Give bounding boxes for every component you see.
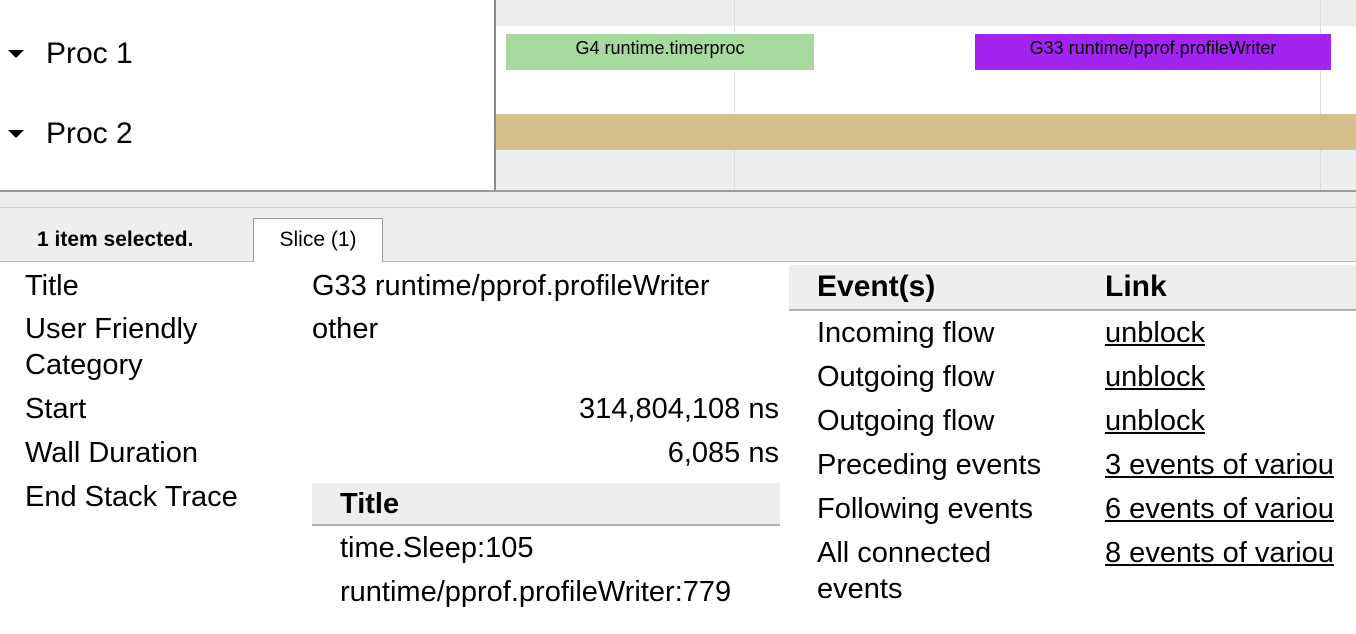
flow-table-header: Event(s) Link	[789, 265, 1356, 311]
time-gridline	[734, 0, 735, 190]
analysis-tab-strip: 1 item selected. Slice (1)	[0, 208, 1356, 262]
duration-label: Wall Duration	[25, 437, 198, 469]
timeline-tracks: Proc 1 Proc 2 G4 runtime.timerproc G33 r…	[0, 0, 1356, 190]
flow-event: All connected	[817, 537, 992, 569]
start-label: Start	[25, 393, 87, 425]
expand-triangle-icon[interactable]	[8, 130, 24, 138]
flow-event: Following events	[817, 493, 1033, 525]
flow-row: Preceding events 3 events of variou	[789, 443, 1356, 487]
time-gridline	[1320, 0, 1321, 190]
flow-link[interactable]: 8 events of variou	[1105, 535, 1334, 571]
flow-row: Following events 6 events of variou	[789, 487, 1356, 531]
flow-event-line2: events	[817, 573, 903, 605]
category-label-line2: Category	[25, 349, 143, 381]
proc-1-header[interactable]: Proc 1	[0, 34, 133, 74]
events-column-header: Event(s)	[817, 270, 936, 303]
flow-link[interactable]: 6 events of variou	[1105, 491, 1334, 527]
flow-link[interactable]: unblock	[1105, 315, 1205, 351]
category-label-line1: User Friendly	[25, 313, 198, 345]
lane-background-band	[496, 0, 1356, 26]
lane-background-band	[496, 150, 1356, 190]
flow-event: Outgoing flow	[817, 361, 995, 393]
category-value: other	[312, 313, 379, 345]
stack-frame: runtime/pprof.profileWriter:779	[340, 576, 732, 608]
stack-trace-table: Title time.Sleep:105 runtime/pprof.profi…	[312, 483, 780, 614]
flow-row: Outgoing flow unblock	[789, 355, 1356, 399]
panel-splitter[interactable]	[0, 190, 1356, 208]
flow-row: Outgoing flow unblock	[789, 399, 1356, 443]
selection-count: 1 item selected.	[37, 228, 194, 251]
process-labels-column: Proc 1 Proc 2	[0, 0, 496, 190]
flow-row: Incoming flow unblock	[789, 311, 1356, 355]
flow-events-table: Event(s) Link Incoming flow unblock Outg…	[789, 265, 1356, 611]
flow-link[interactable]: 3 events of variou	[1105, 447, 1334, 483]
proc-2-label: Proc 2	[46, 117, 133, 150]
timeline-lane[interactable]: G4 runtime.timerproc G33 runtime/pprof.p…	[496, 0, 1356, 190]
duration-value: 6,085 ns	[667, 437, 779, 469]
stack-trace-label: End Stack Trace	[25, 481, 238, 513]
start-value: 314,804,108 ns	[579, 393, 779, 425]
title-value: G33 runtime/pprof.profileWriter	[312, 270, 710, 302]
proc-1-label: Proc 1	[46, 37, 133, 70]
flow-event: Incoming flow	[817, 317, 995, 349]
slice-profile-writer[interactable]: G33 runtime/pprof.profileWriter	[975, 34, 1331, 70]
stack-trace-header: Title	[312, 483, 780, 526]
flow-link[interactable]: unblock	[1105, 403, 1205, 439]
slice-proc2-bar[interactable]	[496, 114, 1356, 150]
proc-2-header[interactable]: Proc 2	[0, 114, 133, 154]
link-column-header: Link	[1105, 270, 1167, 303]
flow-row: All connected events 8 events of variou	[789, 531, 1356, 611]
flow-event: Preceding events	[817, 449, 1042, 481]
tab-slice[interactable]: Slice (1)	[253, 218, 383, 262]
expand-triangle-icon[interactable]	[8, 50, 24, 58]
flow-link[interactable]: unblock	[1105, 359, 1205, 395]
title-label: Title	[25, 270, 79, 302]
stack-frame: time.Sleep:105	[340, 532, 534, 564]
flow-event: Outgoing flow	[817, 405, 995, 437]
slice-timerproc[interactable]: G4 runtime.timerproc	[506, 34, 814, 70]
